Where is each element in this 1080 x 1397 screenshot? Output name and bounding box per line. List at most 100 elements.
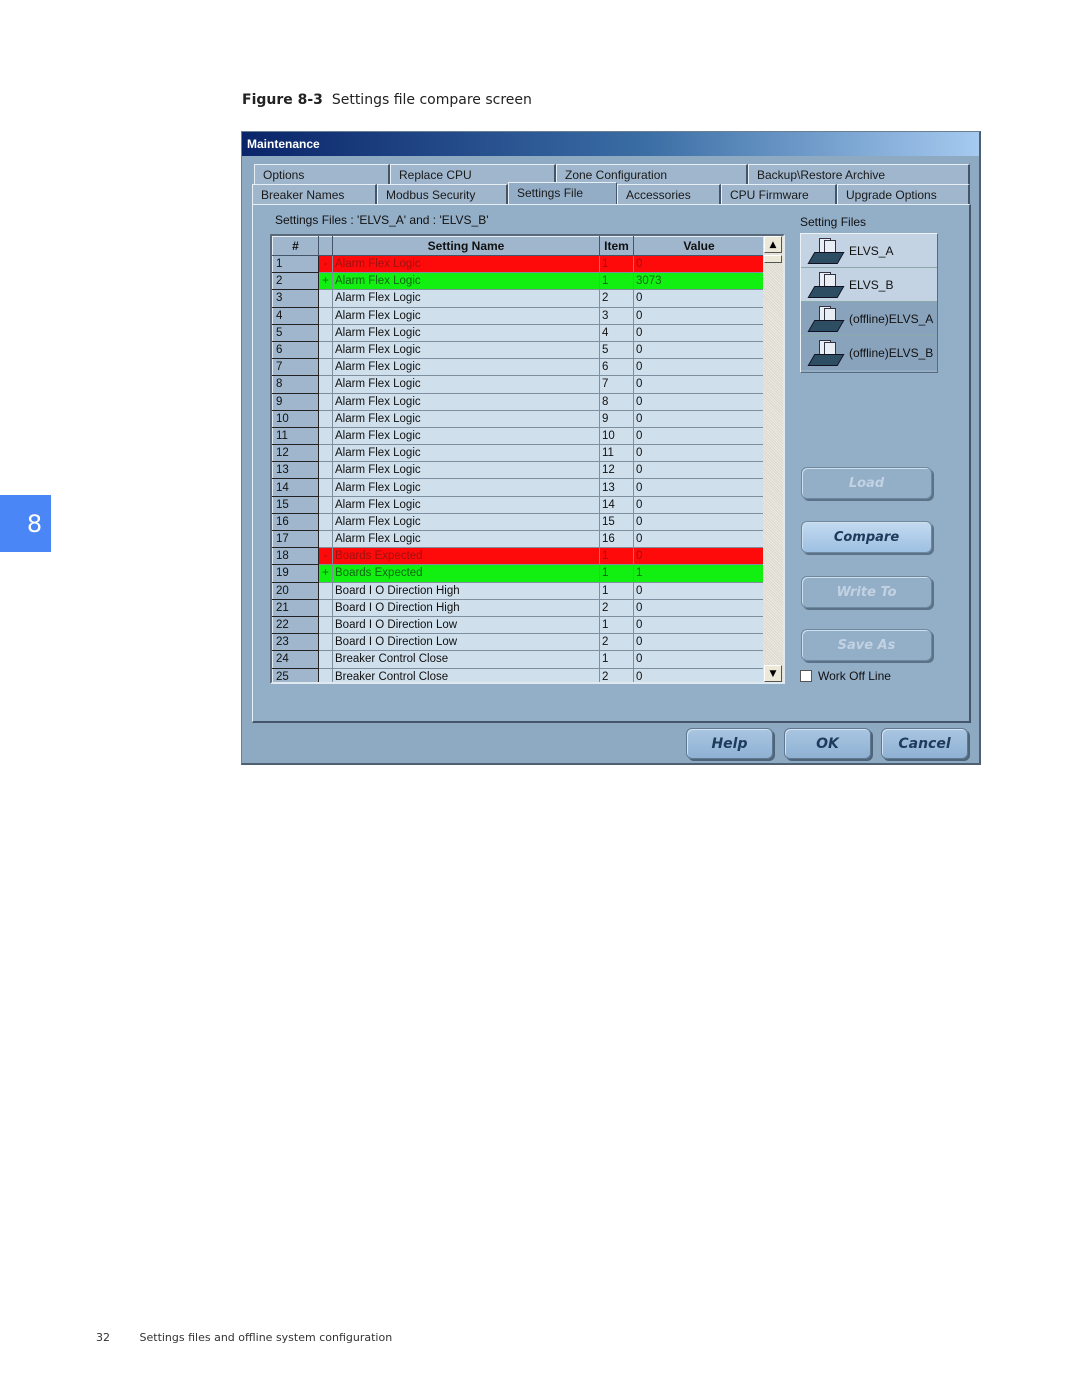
tab-settings-file[interactable]: Settings File	[508, 182, 617, 204]
setting-name-cell: Alarm Flex Logic	[332, 341, 600, 360]
tab-modbus-security[interactable]: Modbus Security	[377, 184, 508, 204]
table-row[interactable]: 17 Alarm Flex Logic 16 0	[272, 529, 765, 549]
row-number-cell: 10	[272, 409, 319, 428]
work-off-line-checkbox[interactable]	[800, 670, 812, 682]
tab-cpu-firmware[interactable]: CPU Firmware	[721, 184, 837, 204]
table-row[interactable]: 11 Alarm Flex Logic 10 0	[272, 426, 765, 446]
tab-breaker-names[interactable]: Breaker Names	[252, 184, 377, 204]
item-index-cell: 1	[599, 547, 634, 566]
table-row[interactable]: 9 Alarm Flex Logic 8 0	[272, 392, 765, 411]
row-number-cell: 9	[272, 392, 319, 411]
file-item-elvs-a[interactable]: ELVS_A	[801, 234, 937, 268]
table-row[interactable]: 2 + Alarm Flex Logic 1 3073	[272, 272, 765, 291]
setting-name-cell: Board I O Direction Low	[332, 633, 600, 652]
table-row[interactable]: 3 Alarm Flex Logic 2 0	[272, 289, 765, 308]
table-row[interactable]: 22 Board I O Direction Low 1 0	[272, 615, 765, 635]
row-number-cell: 14	[272, 478, 319, 497]
tab-backup-restore-archive[interactable]: Backup\Restore Archive	[748, 164, 970, 184]
write-to-button[interactable]: Write To	[801, 576, 932, 608]
table-row[interactable]: 7 Alarm Flex Logic 6 0	[272, 358, 765, 377]
tab-accessories[interactable]: Accessories	[617, 184, 721, 204]
table-row[interactable]: 1- Alarm Flex Logic 1 0	[272, 254, 765, 274]
table-row[interactable]: 19 + Boards Expected 1 1	[272, 564, 765, 583]
row-number-cell: 24	[272, 650, 319, 669]
table-row[interactable]: 15 Alarm Flex Logic 14 0	[272, 495, 765, 514]
setting-name-cell: Alarm Flex Logic	[332, 307, 600, 325]
table-row[interactable]: 6 Alarm Flex Logic 5 0	[272, 340, 765, 360]
setting-value-cell: 0	[633, 547, 765, 566]
table-row[interactable]: 18- Boards Expected 1 0	[272, 547, 765, 566]
figure-title: Settings file compare screen	[331, 92, 532, 108]
settings-compare-grid[interactable]: # Setting Name Item Value 1- Alarm Flex L…	[270, 234, 785, 684]
settings-file-panel: Settings Files : 'ELVS_A' and : 'ELVS_B'…	[252, 204, 971, 723]
file-item-offline-elvs-b[interactable]: (offline)ELVS_B	[801, 336, 937, 370]
table-row[interactable]: 25 Breaker Control Close 2 0	[272, 667, 765, 682]
col-header-item[interactable]: Item	[599, 236, 634, 256]
item-index-cell: 8	[599, 393, 634, 411]
help-button[interactable]: Help	[686, 728, 773, 759]
setting-value-cell: 0	[633, 668, 765, 682]
setting-name-cell: Breaker Control Close	[332, 668, 600, 682]
diff-mark-cell: -	[318, 547, 333, 566]
file-item-label: ELVS_B	[849, 277, 894, 292]
setting-value-cell: 0	[633, 375, 765, 394]
table-row[interactable]: 16 Alarm Flex Logic 15 0	[272, 512, 765, 532]
file-item-offline-elvs-a[interactable]: (offline)ELVS_A	[801, 302, 937, 336]
tab-options[interactable]: Options	[254, 164, 390, 184]
compare-button[interactable]: Compare	[801, 521, 932, 553]
col-header-setting-name[interactable]: Setting Name	[332, 236, 600, 256]
work-off-line-option[interactable]: Work Off Line	[800, 669, 891, 683]
col-header-number[interactable]: #	[272, 236, 319, 256]
cancel-button[interactable]: Cancel	[881, 728, 968, 759]
scroll-up-button[interactable]: ▲	[764, 236, 782, 253]
diff-mark-cell	[318, 410, 333, 428]
table-row[interactable]: 10 Alarm Flex Logic 9 0	[272, 409, 765, 428]
table-row[interactable]: 21 Board I O Direction High 2 0	[272, 598, 765, 617]
table-row[interactable]: 12 Alarm Flex Logic 11 0	[272, 444, 765, 463]
setting-value-cell: 0	[633, 616, 765, 635]
settings-file-icon	[807, 339, 845, 367]
setting-value-cell: 0	[633, 650, 765, 669]
setting-name-cell: Alarm Flex Logic	[332, 375, 600, 394]
setting-name-cell: Alarm Flex Logic	[332, 427, 600, 446]
item-index-cell: 1	[599, 582, 634, 600]
setting-name-cell: Alarm Flex Logic	[332, 324, 600, 342]
table-row[interactable]: 24 Breaker Control Close 1 0	[272, 650, 765, 669]
setting-value-cell: 0	[633, 530, 765, 549]
item-index-cell: 3	[599, 307, 634, 325]
scroll-down-button[interactable]: ▼	[764, 665, 782, 682]
tab-replace-cpu[interactable]: Replace CPU	[390, 164, 556, 184]
setting-name-cell: Alarm Flex Logic	[332, 444, 600, 463]
col-header-mark[interactable]	[318, 236, 333, 256]
diff-mark-cell: +	[318, 272, 333, 291]
tab-row-1: Options Replace CPU Zone Configuration B…	[252, 164, 970, 184]
col-header-value[interactable]: Value	[633, 236, 765, 256]
load-button[interactable]: Load	[801, 467, 932, 499]
settings-file-icon	[807, 271, 845, 299]
table-row[interactable]: 8 Alarm Flex Logic 7 0	[272, 375, 765, 394]
file-item-elvs-b[interactable]: ELVS_B	[801, 268, 937, 302]
row-number-cell: 11	[272, 426, 319, 446]
table-row[interactable]: 13 Alarm Flex Logic 12 0	[272, 461, 765, 480]
ok-button[interactable]: OK	[784, 728, 871, 759]
diff-mark-cell	[318, 496, 333, 514]
scroll-thumb[interactable]	[764, 255, 782, 263]
setting-name-cell: Boards Expected	[332, 564, 600, 583]
save-as-button[interactable]: Save As	[801, 629, 932, 661]
row-number-cell: 22	[272, 615, 319, 635]
setting-name-cell: Board I O Direction High	[332, 582, 600, 600]
setting-files-list: ELVS_A ELVS_B (offline)ELVS_A (offline)E…	[800, 233, 938, 373]
row-number-cell: 5	[272, 323, 319, 342]
setting-value-cell: 0	[633, 358, 765, 377]
setting-value-cell: 0	[633, 461, 765, 480]
table-row[interactable]: 5 Alarm Flex Logic 4 0	[272, 323, 765, 342]
vertical-scrollbar[interactable]: ▲ ▼	[763, 236, 783, 682]
tab-upgrade-options[interactable]: Upgrade Options	[837, 184, 970, 204]
table-row[interactable]: 14 Alarm Flex Logic 13 0	[272, 478, 765, 497]
diff-mark-cell	[318, 358, 333, 377]
tab-zone-configuration[interactable]: Zone Configuration	[556, 164, 748, 184]
table-header-row: # Setting Name Item Value	[272, 236, 765, 256]
table-row[interactable]: 20 Board I O Direction High 1 0	[272, 581, 765, 600]
table-row[interactable]: 23 Board I O Direction Low 2 0	[272, 633, 765, 652]
table-row[interactable]: 4 Alarm Flex Logic 3 0	[272, 306, 765, 325]
